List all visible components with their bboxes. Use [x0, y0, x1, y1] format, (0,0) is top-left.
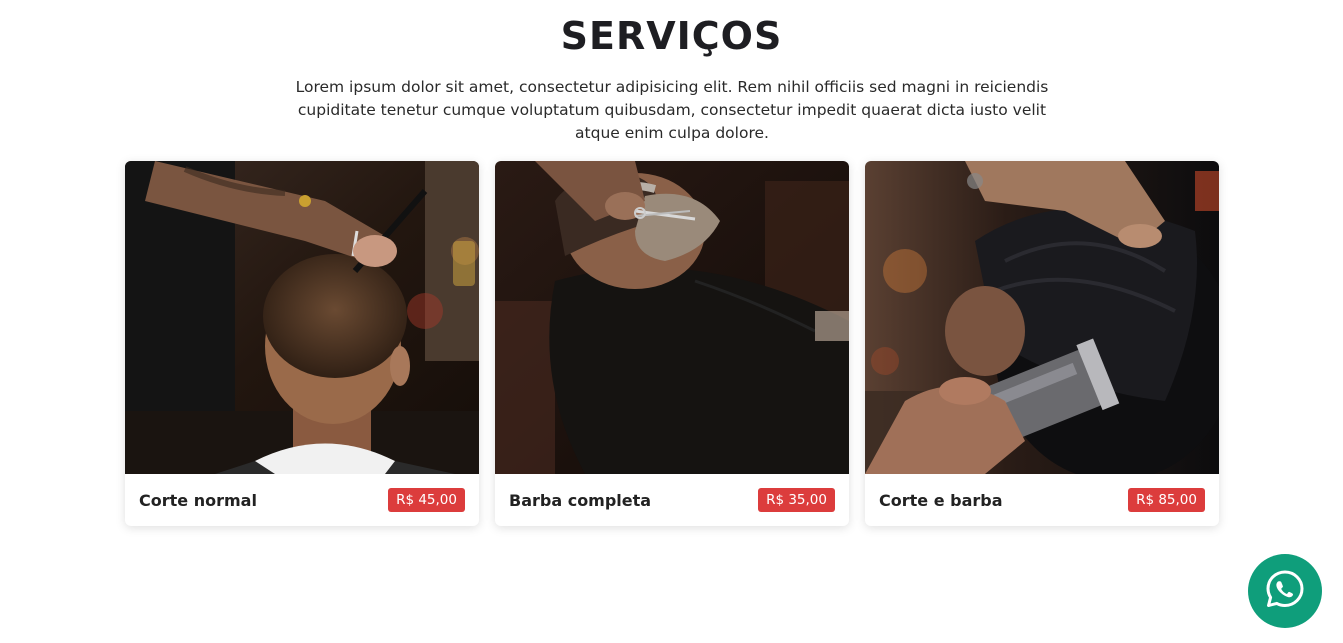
service-card-corte-e-barba[interactable]: Corte e barba R$ 85,00 — [865, 161, 1219, 526]
card-footer: Corte e barba R$ 85,00 — [865, 474, 1219, 526]
beard-trim-photo — [495, 161, 849, 474]
price-badge: R$ 85,00 — [1128, 488, 1205, 512]
price-badge: R$ 45,00 — [388, 488, 465, 512]
card-footer: Barba completa R$ 35,00 — [495, 474, 849, 526]
section-title: SERVIÇOS — [560, 14, 783, 58]
card-footer: Corte normal R$ 45,00 — [125, 474, 479, 526]
service-card-barba-completa[interactable]: Barba completa R$ 35,00 — [495, 161, 849, 526]
price-badge: R$ 35,00 — [758, 488, 835, 512]
service-name: Barba completa — [509, 490, 652, 510]
services-section: SERVIÇOS Lorem ipsum dolor sit amet, con… — [0, 0, 1343, 643]
clipper-haircut-photo — [865, 161, 1219, 474]
whatsapp-button[interactable] — [1248, 554, 1322, 628]
service-card-corte-normal[interactable]: Corte normal R$ 45,00 — [125, 161, 479, 526]
whatsapp-icon — [1264, 568, 1306, 614]
service-name: Corte e barba — [879, 490, 1003, 510]
service-name: Corte normal — [139, 490, 257, 510]
services-grid: Corte normal R$ 45,00 Barba completa R$ … — [125, 161, 1219, 526]
haircut-photo — [125, 161, 479, 474]
section-intro: Lorem ipsum dolor sit amet, consectetur … — [295, 78, 1049, 142]
